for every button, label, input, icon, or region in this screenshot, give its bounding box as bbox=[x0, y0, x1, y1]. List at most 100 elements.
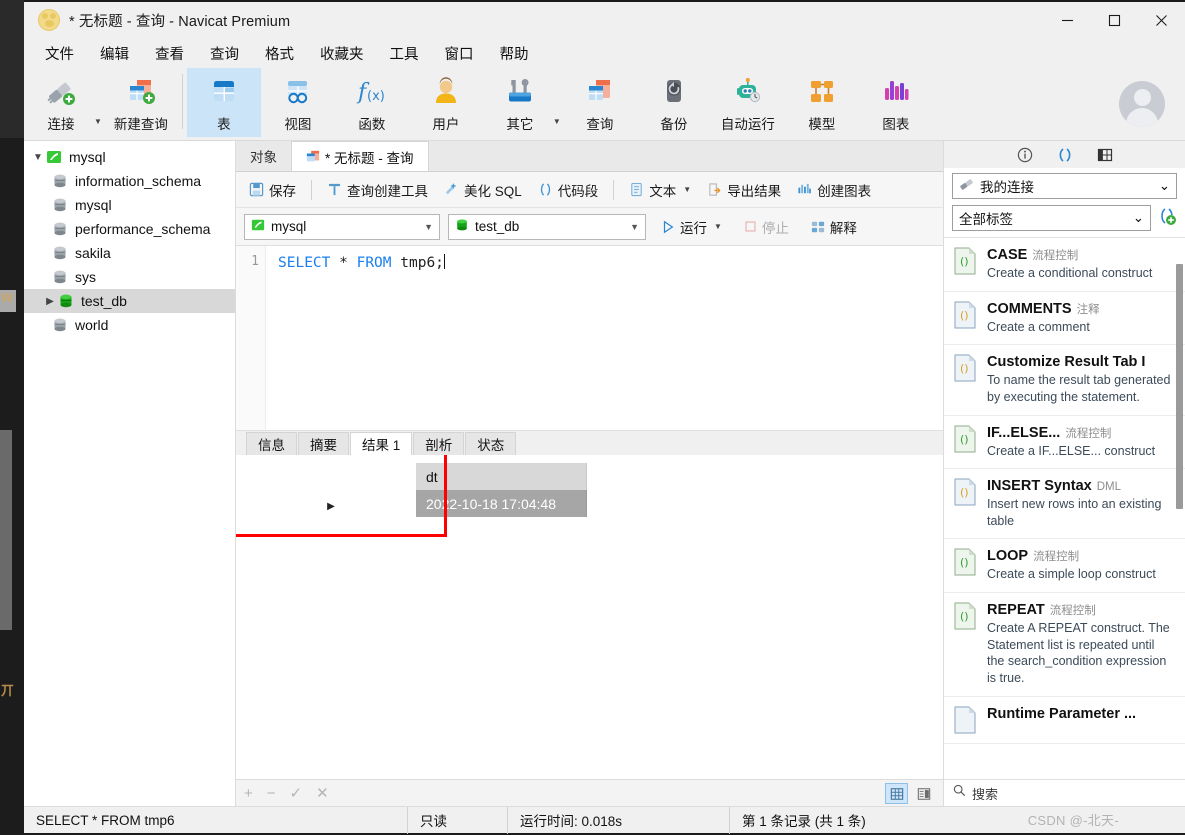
toolbar-button-query[interactable]: 查询 bbox=[563, 68, 637, 137]
tree-node-information-schema[interactable]: information_schema bbox=[24, 169, 235, 193]
form-view-icon[interactable] bbox=[912, 783, 935, 804]
tree-node-world[interactable]: world bbox=[24, 313, 235, 337]
tab-objects[interactable]: 对象 bbox=[236, 141, 292, 171]
tree-node-performance-schema[interactable]: performance_schema bbox=[24, 217, 235, 241]
snippet-item-case[interactable]: () CASE 流程控制 Create a conditional constru… bbox=[944, 238, 1185, 292]
create-chart-button[interactable]: 创建图表 bbox=[790, 177, 878, 203]
add-record-button[interactable]: + bbox=[244, 785, 253, 802]
code-snippet-icon[interactable] bbox=[1056, 146, 1074, 164]
toolbar-button-backup[interactable]: 备份 bbox=[637, 68, 711, 137]
result-tab-status[interactable]: 状态 bbox=[465, 432, 517, 455]
confirm-edit-button[interactable]: ✓ bbox=[290, 784, 303, 802]
result-tab-result-1[interactable]: 结果 1 bbox=[350, 432, 413, 455]
text-button[interactable]: 文本 ▼ bbox=[622, 177, 698, 203]
snippet-item-repeat[interactable]: () REPEAT 流程控制 Create A REPEAT construct.… bbox=[944, 593, 1185, 697]
chevron-down-icon[interactable]: ▼ bbox=[424, 222, 433, 232]
run-button[interactable]: 运行 ▼ bbox=[654, 214, 729, 240]
cell-dt[interactable]: 2022-10-18 17:04:48 bbox=[416, 490, 587, 517]
menu-item-favorites[interactable]: 收藏夹 bbox=[307, 39, 377, 68]
delete-record-button[interactable]: − bbox=[267, 785, 276, 802]
snippet-list-scrollbar[interactable] bbox=[1176, 264, 1183, 509]
snippet-body: REPEAT 流程控制 Create A REPEAT construct. Th… bbox=[987, 602, 1175, 687]
text-dropdown-caret-icon[interactable]: ▼ bbox=[683, 185, 691, 194]
close-button[interactable] bbox=[1138, 2, 1185, 38]
chevron-down-icon[interactable]: ▼ bbox=[30, 152, 46, 163]
tab-untitled-query[interactable]: * 无标题 - 查询 bbox=[292, 141, 429, 171]
query-builder-button[interactable]: 查询创建工具 bbox=[320, 177, 435, 203]
column-header-dt[interactable]: dt bbox=[416, 463, 587, 490]
minimize-button[interactable] bbox=[1044, 2, 1091, 38]
toolbar-button-view[interactable]: 视图 bbox=[261, 68, 335, 137]
chevron-down-icon[interactable]: ⌄ bbox=[1133, 210, 1144, 226]
sql-editor[interactable]: 1 SELECT * FROM tmp6; bbox=[236, 246, 943, 431]
run-dropdown-caret-icon[interactable]: ▼ bbox=[714, 222, 722, 231]
toolbar-button-connection[interactable]: 连接 bbox=[24, 68, 98, 137]
snippet-search-box[interactable]: 搜索 bbox=[944, 779, 1185, 806]
menu-item-tools[interactable]: 工具 bbox=[377, 39, 432, 68]
menu-item-window[interactable]: 窗口 bbox=[432, 39, 487, 68]
snippet-item-if-else[interactable]: () IF...ELSE... 流程控制 Create a IF...ELSE..… bbox=[944, 416, 1185, 470]
result-table: dt ▶ 2022-10-18 17:04:48 bbox=[246, 463, 587, 517]
sql-code-area[interactable]: SELECT * FROM tmp6; bbox=[266, 246, 943, 430]
snippet-list[interactable]: () CASE 流程控制 Create a conditional constru… bbox=[944, 237, 1185, 779]
chevron-right-icon[interactable]: ▶ bbox=[42, 296, 58, 307]
toolbar-button-chart[interactable]: 图表 bbox=[859, 68, 933, 137]
database-open-icon bbox=[455, 218, 469, 235]
user-avatar[interactable] bbox=[1119, 81, 1165, 127]
query-builder-label: 查询创建工具 bbox=[347, 183, 428, 199]
maximize-button[interactable] bbox=[1091, 2, 1138, 38]
tree-node-sys[interactable]: sys bbox=[24, 265, 235, 289]
connection-select[interactable]: mysql ▼ bbox=[244, 213, 440, 240]
chevron-down-icon[interactable]: ▼ bbox=[630, 222, 639, 232]
tree-node-mysql-db[interactable]: mysql bbox=[24, 193, 235, 217]
result-footer-toolbar: + − ✓ ✕ bbox=[236, 779, 943, 806]
snippet-body: Customize Result Tab I To name the resul… bbox=[987, 354, 1175, 405]
menu-item-edit[interactable]: 编辑 bbox=[87, 39, 142, 68]
code-snippet-button[interactable]: 代码段 bbox=[531, 177, 606, 203]
tree-node-test-db[interactable]: ▶ test_db bbox=[24, 289, 235, 313]
grid-view-icon[interactable] bbox=[885, 783, 908, 804]
menu-item-view[interactable]: 查看 bbox=[142, 39, 197, 68]
snippet-description: Create a IF...ELSE... construct bbox=[987, 443, 1156, 458]
snippet-category: 注释 bbox=[1076, 303, 1100, 316]
snippet-item-comments[interactable]: () COMMENTS 注释 Create a comment bbox=[944, 292, 1185, 346]
menu-item-format[interactable]: 格式 bbox=[252, 39, 307, 68]
snippet-connection-select[interactable]: 我的连接 ⌄ bbox=[952, 173, 1177, 199]
cancel-edit-button[interactable]: ✕ bbox=[316, 784, 329, 802]
toolbar-button-user[interactable]: 用户 bbox=[409, 68, 483, 137]
menu-item-help[interactable]: 帮助 bbox=[487, 39, 542, 68]
snippet-tag-select[interactable]: 全部标签 ⌄ bbox=[952, 205, 1151, 231]
window-title: * 无标题 - 查询 - Navicat Premium bbox=[69, 13, 291, 30]
result-tab-summary[interactable]: 摘要 bbox=[298, 432, 349, 455]
toolbar-button-others[interactable]: 其它 bbox=[483, 68, 557, 137]
toolbar-button-model[interactable]: 模型 bbox=[785, 68, 859, 137]
status-sql: SELECT * FROM tmp6 bbox=[24, 806, 408, 834]
toolbar-button-table[interactable]: 表 bbox=[186, 68, 261, 137]
export-result-button[interactable]: 导出结果 bbox=[700, 177, 788, 203]
menu-item-file[interactable]: 文件 bbox=[32, 39, 87, 68]
table-row[interactable]: ▶ 2022-10-18 17:04:48 bbox=[246, 490, 587, 517]
tree-node-mysql-connection[interactable]: ▼ mysql bbox=[24, 145, 235, 169]
toolbar-button-function[interactable]: f (x) 函数 bbox=[335, 68, 409, 137]
snippet-item-customize-result-tab[interactable]: () Customize Result Tab I To name the re… bbox=[944, 345, 1185, 416]
toolbar-label-backup: 备份 bbox=[660, 117, 688, 132]
result-tab-info[interactable]: 信息 bbox=[246, 432, 297, 455]
toolbar-button-new-query[interactable]: 新建查询 bbox=[104, 68, 178, 137]
snippet-item-loop[interactable]: () LOOP 流程控制 Create a simple loop constru… bbox=[944, 539, 1185, 593]
tree-node-sakila[interactable]: sakila bbox=[24, 241, 235, 265]
beautify-sql-button[interactable]: 美化 SQL bbox=[437, 177, 529, 203]
structure-icon[interactable] bbox=[1096, 146, 1114, 164]
add-snippet-icon[interactable] bbox=[1157, 206, 1177, 231]
snippet-item-insert-syntax[interactable]: () INSERT Syntax DML Insert new rows into… bbox=[944, 469, 1185, 540]
snippet-title: REPEAT 流程控制 bbox=[987, 602, 1096, 618]
database-select[interactable]: test_db ▼ bbox=[448, 213, 646, 240]
chevron-down-icon[interactable]: ⌄ bbox=[1159, 178, 1170, 194]
main-window: * 无标题 - 查询 - Navicat Premium 文件 编辑 查看 查询… bbox=[24, 2, 1185, 834]
snippet-item-runtime-parameter[interactable]: Runtime Parameter ... bbox=[944, 697, 1185, 744]
info-icon[interactable] bbox=[1016, 146, 1034, 164]
explain-button[interactable]: 解释 bbox=[804, 214, 864, 240]
toolbar-button-automation[interactable]: 自动运行 bbox=[711, 68, 785, 137]
save-button[interactable]: 保存 bbox=[242, 177, 303, 203]
result-tab-profile[interactable]: 剖析 bbox=[413, 432, 465, 455]
menu-item-query[interactable]: 查询 bbox=[197, 39, 252, 68]
